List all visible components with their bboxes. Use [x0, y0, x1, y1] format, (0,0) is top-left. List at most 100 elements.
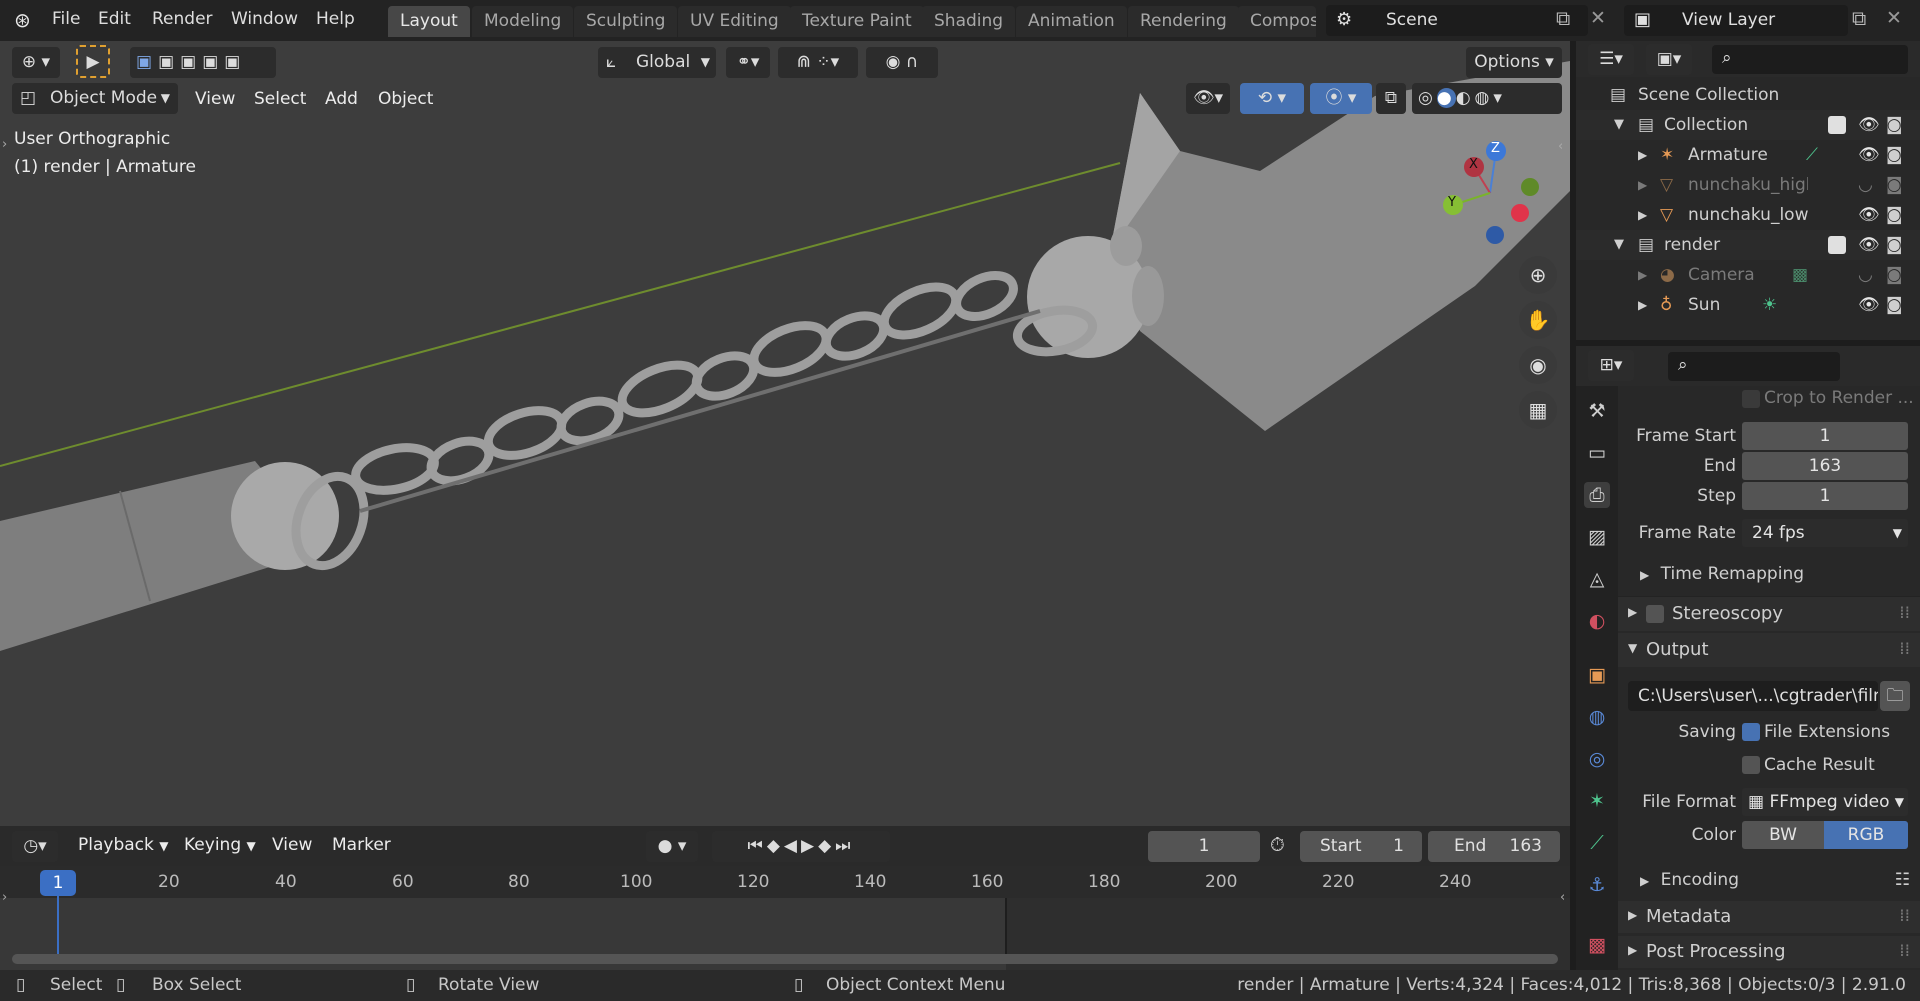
view-layer-copy-icon[interactable]: ⧉ [1852, 6, 1866, 30]
material-shading-icon[interactable]: ◐ [1456, 88, 1475, 108]
texture-tab-icon[interactable]: ▩ [1584, 932, 1610, 958]
eye-icon[interactable]: 👁 [1858, 230, 1880, 260]
outliner-row-nunchaku-low[interactable]: ▶ ▽ nunchaku_low 👁 ◙ [1576, 200, 1920, 230]
expand-arrow-icon[interactable]: ▼ [1614, 110, 1624, 140]
drag-handle-icon[interactable]: ⁞⁞ [1899, 639, 1910, 659]
cache-result-checkbox[interactable] [1742, 756, 1760, 774]
record-button[interactable]: ● ▾ [646, 831, 698, 862]
outliner-row-armature[interactable]: ▶ ✶ Armature ⟋ 👁 ◙ [1576, 140, 1920, 170]
timeline-menu-keying[interactable]: Keying ▼ [184, 835, 256, 855]
object-constraint-tab-icon[interactable]: ✶ [1584, 788, 1610, 814]
menu-edit[interactable]: Edit [98, 9, 131, 29]
timeline-menu-playback[interactable]: Playback ▼ [78, 835, 169, 855]
outliner-row-nunchaku-high[interactable]: ▶ ▽ nunchaku_high ◡ ◙ [1576, 170, 1920, 200]
view-layer-tab-icon[interactable]: ▨ [1584, 524, 1610, 550]
object-tab-icon[interactable]: ▣ [1584, 662, 1610, 688]
timeline-editor-type-button[interactable]: ◷▾ [12, 831, 58, 862]
preview-range-stopwatch-icon[interactable]: ⏱ [1270, 834, 1285, 856]
select-intersect-icon[interactable]: ▣ [224, 52, 246, 72]
camera-render-icon[interactable]: ◙ [1886, 230, 1903, 260]
visibility-dropdown[interactable]: 👁▾ [1186, 83, 1230, 114]
menu-render[interactable]: Render [152, 9, 213, 29]
prev-keyframe-icon[interactable]: ◆ [767, 836, 784, 856]
pose-data-icon[interactable]: ⟋ [1806, 140, 1818, 170]
frame-rate-dropdown[interactable]: 24 fps ▼ [1742, 519, 1908, 547]
output-panel-header[interactable]: ▼ Output ⁞⁞ [1618, 633, 1920, 667]
pan-hand-icon[interactable]: ✋ [1519, 301, 1557, 339]
expand-arrow-icon[interactable]: ▶ [1638, 170, 1647, 200]
timeline-menu-view[interactable]: View [272, 835, 312, 855]
xray-toggle[interactable]: ⧉ [1376, 83, 1406, 114]
camera-render-icon[interactable]: ◙ [1886, 110, 1903, 140]
expand-arrow-icon[interactable]: ▶ [1638, 290, 1647, 320]
navigation-gizmo[interactable]: Z X Y [1430, 135, 1550, 255]
view-layer-close-icon[interactable]: ✕ [1886, 7, 1902, 29]
select-mode-buttons[interactable]: ▣▣▣▣▣ [130, 47, 276, 78]
time-remapping-subpanel[interactable]: ▶ Time Remapping [1640, 564, 1804, 584]
post-processing-panel[interactable]: ▶ Post Processing ⁞⁞ [1618, 936, 1920, 968]
outliner-row-collection[interactable]: ▼ ▤ Collection 👁 ◙ [1576, 110, 1920, 140]
start-frame-field[interactable]: Start 1 [1300, 831, 1422, 862]
expand-arrow-icon[interactable]: ▶ [1638, 140, 1647, 170]
camera-render-disabled-icon[interactable]: ◙ [1886, 170, 1903, 200]
camera-render-icon[interactable]: ◙ [1886, 200, 1903, 230]
frame-end-field[interactable]: 163 [1742, 452, 1908, 480]
camera-data-icon[interactable]: ▩ [1792, 260, 1808, 290]
menu-help[interactable]: Help [316, 9, 355, 29]
menu-object[interactable]: Object [378, 89, 433, 109]
play-icon[interactable]: ▶ [801, 836, 818, 856]
3d-viewport[interactable]: ⊕ ▾ ▶ ▣▣▣▣▣ ⟀ Global ▼ ⚭▾ ⋒ ⁘▾ ◉ ∩ Optio… [0, 41, 1570, 826]
tab-animation[interactable]: Animation [1016, 6, 1127, 37]
timeline-editor[interactable]: ◷▾ Playback ▼ Keying ▼ View Marker ● ▾ ⏮… [0, 826, 1570, 970]
drag-handle-icon[interactable]: ⁞⁞ [1899, 603, 1910, 623]
menu-window[interactable]: Window [231, 9, 298, 29]
eye-hidden-icon[interactable]: ◡ [1858, 170, 1873, 200]
camera-render-icon[interactable]: ◙ [1886, 140, 1903, 170]
select-subtract-icon[interactable]: ▣ [180, 52, 202, 72]
eye-icon[interactable]: 👁 [1858, 290, 1880, 320]
frame-start-field[interactable]: 1 [1742, 422, 1908, 450]
current-frame-field[interactable]: 1 [1148, 831, 1260, 862]
scene-tab-icon[interactable]: ◬ [1584, 566, 1610, 592]
menu-file[interactable]: File [52, 9, 80, 29]
outliner-editor-type-button[interactable]: ☰▾ [1588, 44, 1634, 75]
output-browse-folder-icon[interactable]: 🗀 [1880, 681, 1910, 711]
scene-copy-icon[interactable]: ⧉ [1556, 6, 1570, 30]
tab-sculpting[interactable]: Sculpting [574, 6, 678, 37]
expand-arrow-icon[interactable]: ▶ [1638, 200, 1647, 230]
tab-uv-editing[interactable]: UV Editing [678, 6, 791, 37]
eye-hidden-icon[interactable]: ◡ [1858, 260, 1873, 290]
tab-texture-paint[interactable]: Texture Paint [790, 6, 924, 37]
zoom-icon[interactable]: ⊕ [1519, 256, 1557, 294]
camera-view-icon[interactable]: ◉ [1519, 346, 1557, 384]
blender-logo-icon[interactable]: ⊛ [14, 8, 31, 32]
properties-search-input[interactable]: ⌕ [1668, 352, 1840, 381]
scene-close-icon[interactable]: ✕ [1590, 7, 1606, 29]
wireframe-shading-icon[interactable]: ◎ [1418, 88, 1437, 108]
eye-icon[interactable]: 👁 [1858, 140, 1880, 170]
collection-checkbox[interactable] [1828, 116, 1846, 134]
end-frame-field[interactable]: End 163 [1428, 831, 1560, 862]
timeline-collapse-right-icon[interactable]: ‹ [1560, 890, 1565, 905]
stereoscopy-checkbox[interactable] [1646, 605, 1664, 623]
expand-arrow-icon[interactable]: ▶ [1638, 260, 1647, 290]
crop-to-render-checkbox[interactable] [1742, 390, 1760, 408]
output-path-field[interactable]: C:\Users\user\...\cgtrader\film [1628, 681, 1878, 711]
bone-constraint-tab-icon[interactable]: ⚓ [1584, 872, 1610, 898]
tab-layout[interactable]: Layout [388, 6, 470, 37]
frame-step-field[interactable]: 1 [1742, 482, 1908, 510]
properties-editor[interactable]: ⊞▾ ⌕ ⚒ ▭ ⎙ ▨ ◬ ◐ ▣ ◍ ◎ ✶ ⟋ ⚓ ▩ Crop to R… [1576, 346, 1920, 970]
menu-view[interactable]: View [195, 89, 235, 109]
encoding-subpanel[interactable]: ▶ Encoding ☷ [1640, 870, 1910, 890]
display-mode-button[interactable]: ▣▾ [1646, 44, 1692, 75]
playhead[interactable]: 1 [40, 870, 76, 896]
outliner[interactable]: ☰▾ ▣▾ ⌕ ▤ Scene Collection ▼ ▤ Collectio… [1576, 41, 1920, 340]
jump-end-icon[interactable]: ⏭ [835, 836, 854, 856]
overlay-toggle[interactable]: ⦿ ▾ [1310, 83, 1372, 114]
outliner-row-render[interactable]: ▼ ▤ render 👁 ◙ [1576, 230, 1920, 260]
view-layer-selector[interactable]: ▣ View Layer [1624, 5, 1848, 36]
sun-light-data-icon[interactable]: ☀ [1762, 290, 1777, 320]
properties-editor-type-button[interactable]: ⊞▾ [1588, 350, 1634, 381]
eye-icon[interactable]: 👁 [1858, 200, 1880, 230]
snap-button[interactable]: ⋒ ⁘▾ [778, 47, 858, 78]
